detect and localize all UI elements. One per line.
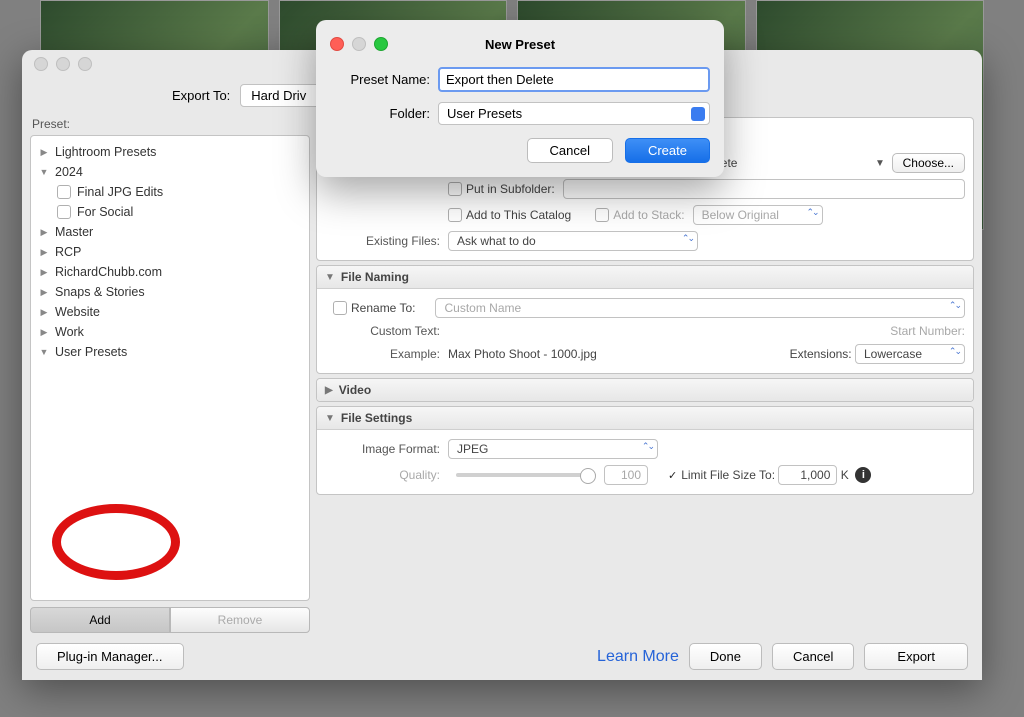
new-preset-dialog: New Preset Preset Name: Folder: User Pre… (316, 20, 724, 177)
subfolder-label: Put in Subfolder: (466, 182, 555, 196)
stack-label: Add to Stack: (613, 208, 684, 222)
start-number-label: Start Number: (890, 324, 965, 338)
cancel-button[interactable]: Cancel (772, 643, 854, 670)
example-label: Example: (325, 347, 448, 361)
tree-item-final-jpg[interactable]: Final JPG Edits (35, 182, 305, 202)
check-icon[interactable]: ✓ (668, 469, 677, 482)
tree-item-snaps[interactable]: ▶Snaps & Stories (35, 282, 305, 302)
checkbox-stack (595, 208, 609, 222)
preset-name-label: Preset Name: (330, 72, 438, 87)
done-button[interactable]: Done (689, 643, 762, 670)
minimize-icon[interactable] (56, 57, 70, 71)
create-button[interactable]: Create (625, 138, 710, 163)
example-value: Max Photo Shoot - 1000.jpg (448, 347, 790, 361)
chevron-right-icon: ▶ (39, 147, 49, 158)
checkbox-rename[interactable] (333, 301, 347, 315)
image-format-label: Image Format: (325, 442, 448, 456)
checkbox-subfolder[interactable] (448, 182, 462, 196)
tree-item-richardchubb[interactable]: ▶RichardChubb.com (35, 262, 305, 282)
chevron-down-icon[interactable]: ▼ (325, 413, 335, 424)
rename-template-select[interactable]: Custom Name (435, 298, 965, 318)
video-section[interactable]: ▶Video (316, 378, 974, 402)
chevron-right-icon[interactable]: ▶ (325, 385, 333, 396)
file-naming-section: ▼File Naming Rename To: Custom Name Cust… (316, 265, 974, 374)
chevron-right-icon: ▶ (39, 267, 49, 278)
extensions-select[interactable]: Lowercase (855, 344, 965, 364)
chevron-right-icon: ▶ (39, 307, 49, 318)
tree-item-website[interactable]: ▶Website (35, 302, 305, 322)
preset-tree[interactable]: ▶Lightroom Presets ▼2024 Final JPG Edits… (30, 135, 310, 601)
learn-more-link[interactable]: Learn More (597, 648, 679, 666)
image-format-select[interactable]: JPEG (448, 439, 658, 459)
chevron-down-icon[interactable]: ▼ (875, 158, 885, 169)
stack-select: Below Original (693, 205, 823, 225)
checkbox[interactable] (57, 185, 71, 199)
tree-item-user-presets[interactable]: ▼User Presets (35, 342, 305, 362)
subfolder-input[interactable] (563, 179, 965, 199)
existing-select[interactable]: Ask what to do (448, 231, 698, 251)
limit-unit: K (841, 468, 849, 482)
limit-label: Limit File Size To: (681, 468, 775, 482)
folder-select[interactable]: User Presets (438, 102, 710, 125)
cancel-button[interactable]: Cancel (527, 138, 613, 163)
zoom-icon[interactable] (78, 57, 92, 71)
plugin-manager-button[interactable]: Plug-in Manager... (36, 643, 184, 670)
tree-item-master[interactable]: ▶Master (35, 222, 305, 242)
remove-button[interactable]: Remove (170, 607, 310, 633)
quality-label: Quality: (325, 468, 448, 482)
chevron-down-icon: ▼ (39, 347, 49, 357)
quality-input[interactable]: 100 (604, 465, 648, 485)
export-to-label: Export To: (172, 88, 230, 103)
chevron-right-icon: ▶ (39, 287, 49, 298)
chevron-down-icon[interactable]: ▼ (325, 272, 335, 283)
custom-text-label: Custom Text: (325, 324, 448, 338)
chevron-down-icon: ▼ (39, 167, 49, 177)
tree-item-rcp[interactable]: ▶RCP (35, 242, 305, 262)
catalog-label: Add to This Catalog (466, 208, 571, 222)
add-button[interactable]: Add (30, 607, 170, 633)
tree-item-2024[interactable]: ▼2024 (35, 162, 305, 182)
preset-heading: Preset: (30, 117, 310, 135)
choose-button[interactable]: Choose... (892, 153, 965, 173)
chevron-right-icon: ▶ (39, 227, 49, 238)
file-settings-section: ▼File Settings Image Format: JPEG Qualit… (316, 406, 974, 495)
minimize-icon (352, 37, 366, 51)
checkbox-catalog[interactable] (448, 208, 462, 222)
quality-slider[interactable] (456, 473, 596, 477)
chevron-right-icon: ▶ (39, 247, 49, 258)
dialog-title: New Preset (485, 37, 555, 52)
existing-label: Existing Files: (325, 234, 448, 248)
preset-name-input[interactable] (438, 67, 710, 92)
tree-item-work[interactable]: ▶Work (35, 322, 305, 342)
checkbox[interactable] (57, 205, 71, 219)
chevron-right-icon: ▶ (39, 327, 49, 338)
tree-item-for-social[interactable]: For Social (35, 202, 305, 222)
limit-input[interactable]: 1,000 (778, 465, 837, 485)
zoom-icon[interactable] (374, 37, 388, 51)
info-icon[interactable]: i (855, 467, 871, 483)
tree-item-lightroom-presets[interactable]: ▶Lightroom Presets (35, 142, 305, 162)
rename-label: Rename To: (351, 301, 415, 315)
extensions-label: Extensions: (790, 347, 852, 361)
folder-label: Folder: (330, 106, 438, 121)
close-icon[interactable] (330, 37, 344, 51)
close-icon[interactable] (34, 57, 48, 71)
export-button[interactable]: Export (864, 643, 968, 670)
